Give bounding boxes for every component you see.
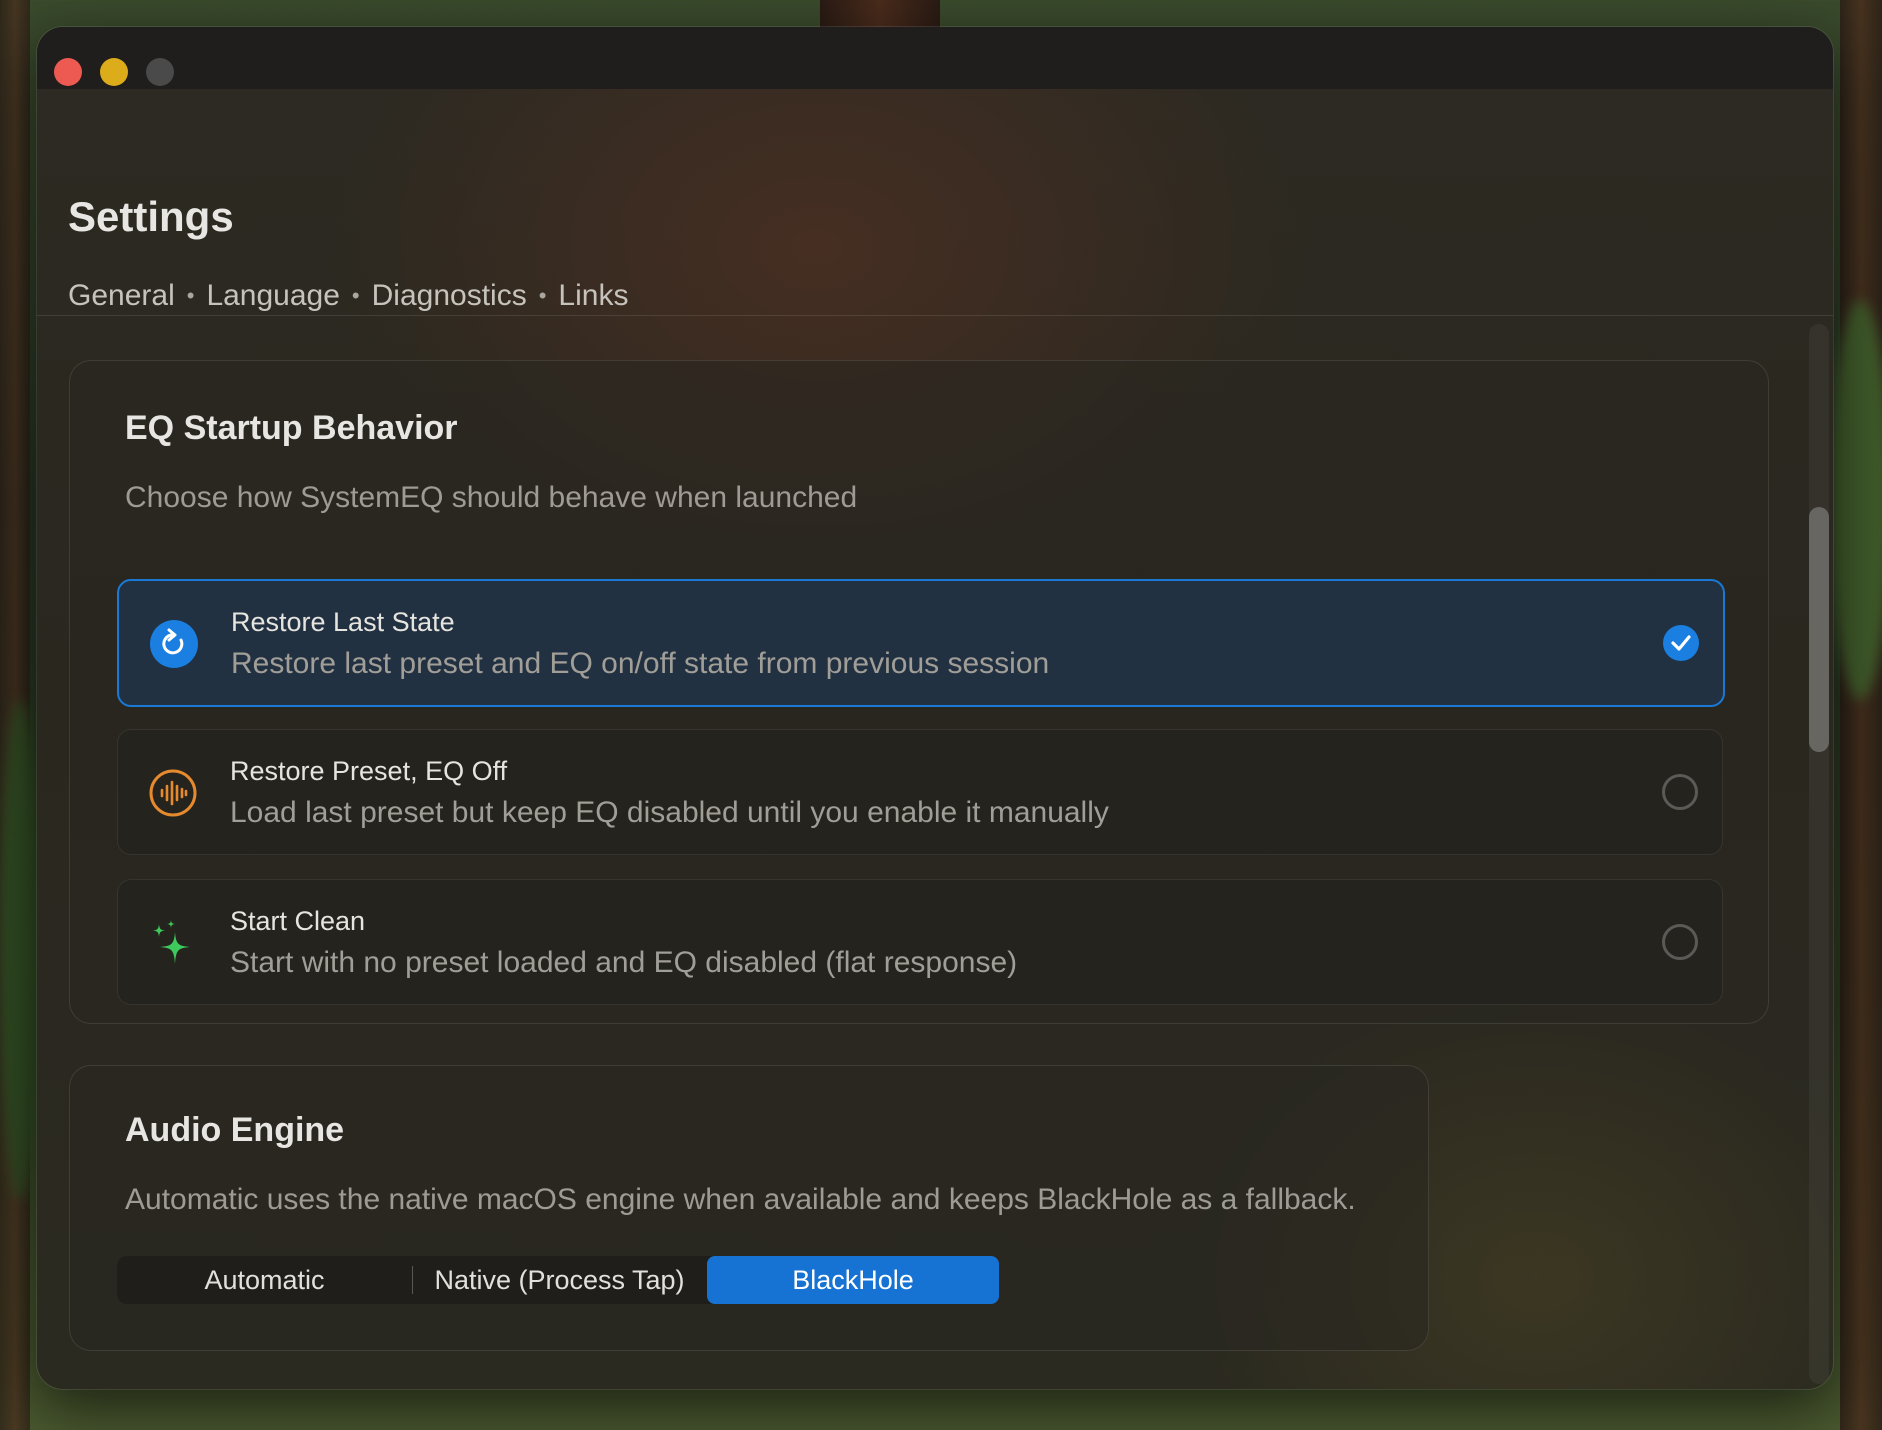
sparkles-icon (153, 920, 190, 964)
page-title: Settings (68, 193, 234, 240)
option-label: Restore Preset, EQ Off (230, 756, 508, 786)
close-button[interactable] (54, 58, 82, 86)
option-description: Load last preset but keep EQ disabled un… (230, 796, 1109, 829)
audio-engine-description: Automatic uses the native macOS engine w… (125, 1183, 1356, 1216)
scrollbar-thumb[interactable] (1809, 507, 1829, 752)
tab-separator: • (538, 283, 547, 308)
option-restore-preset-eq-off[interactable]: Restore Preset, EQ Off Load last preset … (117, 729, 1723, 855)
radio-button[interactable] (1662, 924, 1698, 960)
segment-automatic[interactable]: Automatic (117, 1256, 412, 1304)
settings-tabs: General • Language • Diagnostics • Links (68, 279, 628, 313)
eq-startup-card: EQ Startup Behavior Choose how SystemEQ … (69, 360, 1769, 1024)
zoom-button[interactable] (146, 58, 174, 86)
tab-links[interactable]: Links (558, 279, 628, 313)
option-description: Restore last preset and EQ on/off state … (231, 647, 1050, 680)
tab-general[interactable]: General (68, 279, 175, 313)
option-description: Start with no preset loaded and EQ disab… (230, 946, 1018, 979)
option-restore-last-state[interactable]: Restore Last State Restore last preset a… (117, 579, 1725, 707)
audio-engine-card: Audio Engine Automatic uses the native m… (69, 1065, 1429, 1351)
eq-startup-title: EQ Startup Behavior (125, 409, 458, 447)
option-label: Restore Last State (231, 607, 455, 637)
radio-button[interactable] (1662, 774, 1698, 810)
checkmark-icon[interactable] (1663, 625, 1699, 661)
tab-language[interactable]: Language (206, 279, 339, 313)
tab-diagnostics[interactable]: Diagnostics (372, 279, 527, 313)
title-bar (37, 27, 1833, 89)
scrollbar-track[interactable] (1809, 324, 1829, 1384)
option-start-clean[interactable]: Start Clean Start with no preset loaded … (117, 879, 1723, 1005)
option-label: Start Clean (230, 906, 366, 936)
segment-native-process-tap[interactable]: Native (Process Tap) (412, 1256, 707, 1304)
eq-startup-description: Choose how SystemEQ should behave when l… (125, 481, 858, 514)
header-divider (37, 315, 1833, 316)
audio-engine-title: Audio Engine (125, 1111, 345, 1149)
segment-blackhole[interactable]: BlackHole (707, 1256, 999, 1304)
refresh-icon (150, 620, 198, 668)
settings-window: Settings General • Language • Diagnostic… (37, 27, 1833, 1389)
audio-engine-segmented-control: Automatic Native (Process Tap) BlackHole (117, 1256, 999, 1304)
tab-separator: • (186, 283, 195, 308)
minimize-button[interactable] (100, 58, 128, 86)
tab-separator: • (351, 283, 360, 308)
waveform-icon (149, 769, 197, 817)
